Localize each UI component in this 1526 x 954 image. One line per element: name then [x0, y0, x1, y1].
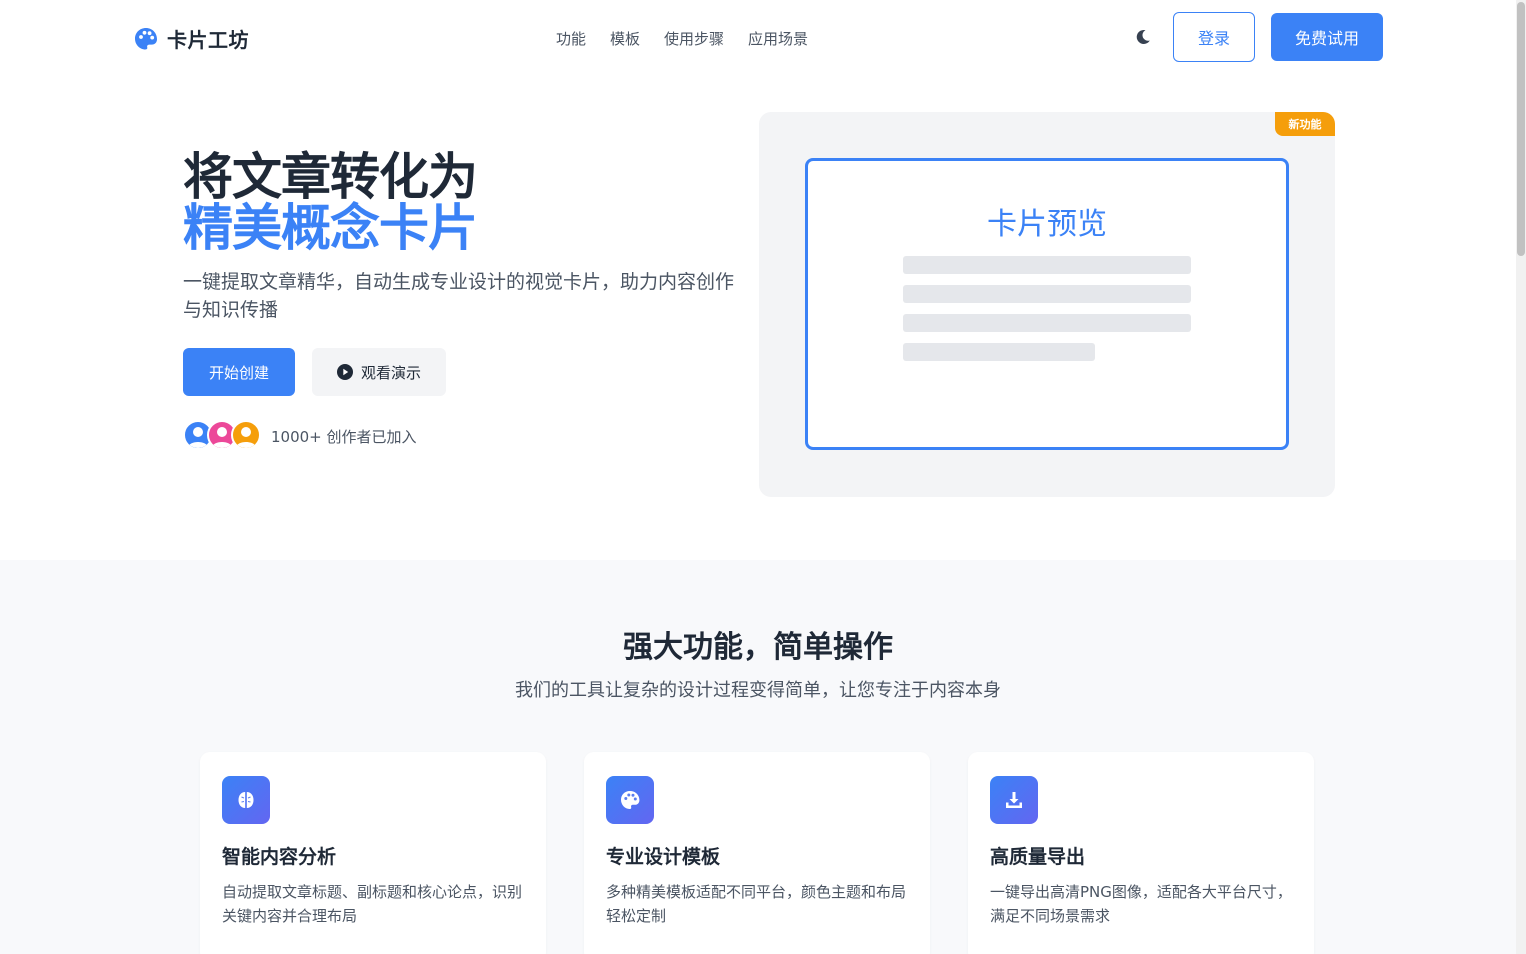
- feature-card-title: 智能内容分析: [222, 846, 337, 868]
- feature-card-title: 高质量导出: [990, 846, 1086, 868]
- feature-card-desc: 自动提取文章标题、副标题和核心论点，识别关键内容并合理布局: [222, 883, 523, 925]
- feature-card-title: 专业设计模板: [606, 846, 721, 868]
- creators-joined-text: 1000+ 创作者已加入: [271, 428, 417, 446]
- creator-avatars: [183, 420, 261, 450]
- feature-card-desc: 一键导出高清PNG图像，适配各大平台尺寸，满足不同场景需求: [990, 883, 1292, 925]
- header: 卡片工坊 功能 模板 使用步骤 应用场景 登录 免费试用: [0, 0, 1516, 76]
- new-feature-badge: 新功能: [1275, 112, 1335, 136]
- hero-subtitle: 一键提取文章精华，自动生成专业设计的视觉卡片，助力内容创作与知识传播: [183, 271, 735, 321]
- brand-name: 卡片工坊: [167, 28, 249, 52]
- play-icon: [336, 364, 353, 380]
- scrollbar-thumb[interactable]: [1517, 2, 1525, 256]
- brain-icon: [222, 776, 270, 824]
- login-button[interactable]: 登录: [1173, 12, 1255, 62]
- placeholder-line: [903, 343, 1095, 361]
- main-nav: 功能 模板 使用步骤 应用场景: [556, 28, 808, 49]
- features-title: 强大功能，简单操作: [623, 630, 893, 665]
- nav-steps[interactable]: 使用步骤: [664, 28, 724, 49]
- feature-card-templates: 专业设计模板 多种精美模板适配不同平台，颜色主题和布局轻松定制: [584, 752, 930, 954]
- hero-title-line2: 精美概念卡片: [183, 199, 478, 257]
- palette-icon: [606, 776, 654, 824]
- logo[interactable]: 卡片工坊: [133, 24, 249, 53]
- download-icon: [990, 776, 1038, 824]
- nav-scenarios[interactable]: 应用场景: [748, 28, 808, 49]
- hero-title: 将文章转化为 精美概念卡片: [183, 148, 478, 257]
- placeholder-line: [903, 314, 1191, 332]
- user-icon: [236, 427, 256, 448]
- card-preview: 卡片预览: [805, 158, 1289, 450]
- placeholder-line: [903, 256, 1191, 274]
- nav-features[interactable]: 功能: [556, 28, 586, 49]
- feature-card-analysis: 智能内容分析 自动提取文章标题、副标题和核心论点，识别关键内容并合理布局: [200, 752, 546, 954]
- hero-title-line1: 将文章转化为: [183, 148, 478, 206]
- avatar: [231, 420, 261, 450]
- placeholder-line: [903, 285, 1191, 303]
- feature-card-export: 高质量导出 一键导出高清PNG图像，适配各大平台尺寸，满足不同场景需求: [968, 752, 1314, 954]
- moon-icon[interactable]: [1134, 28, 1152, 46]
- watch-demo-label: 观看演示: [360, 363, 421, 382]
- watch-demo-button[interactable]: 观看演示: [312, 348, 446, 396]
- start-create-button[interactable]: 开始创建: [183, 348, 295, 396]
- scrollbar[interactable]: [1516, 0, 1526, 954]
- feature-card-desc: 多种精美模板适配不同平台，颜色主题和布局轻松定制: [606, 883, 907, 925]
- free-trial-button[interactable]: 免费试用: [1271, 13, 1383, 61]
- card-preview-title: 卡片预览: [987, 207, 1107, 242]
- nav-templates[interactable]: 模板: [610, 28, 640, 49]
- palette-logo-icon: [135, 27, 157, 49]
- features-subtitle: 我们的工具让复杂的设计过程变得简单，让您专注于内容本身: [515, 680, 1001, 701]
